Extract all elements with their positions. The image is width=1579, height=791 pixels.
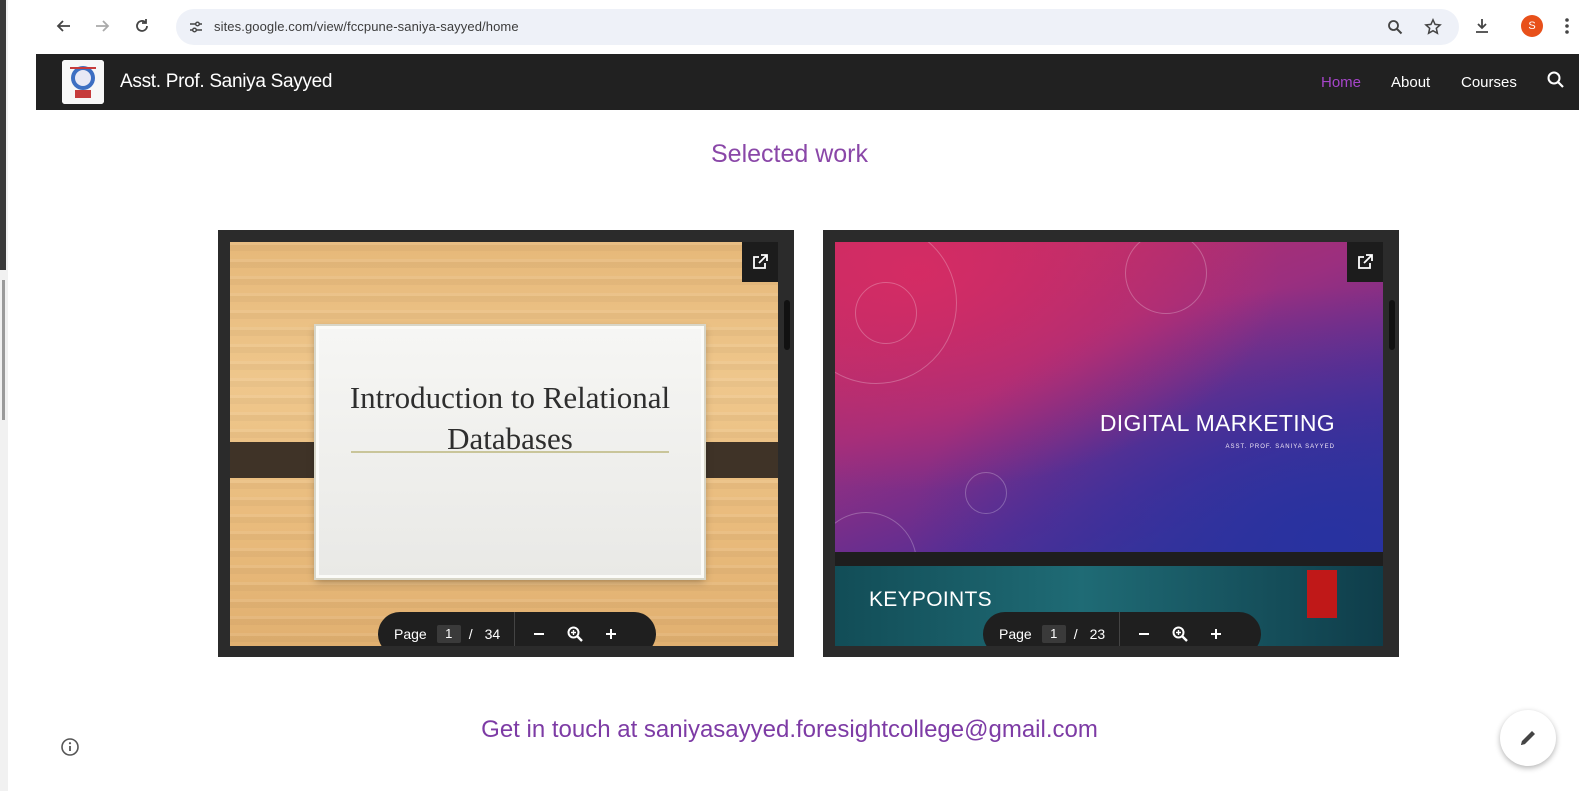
decor-ring	[965, 472, 1007, 514]
control-divider	[514, 612, 516, 646]
address-bar[interactable]: sites.google.com/view/fccpune-saniya-say…	[176, 9, 1459, 45]
slide-preview[interactable]: Introduction to Relational Databases Pag…	[230, 242, 778, 646]
section-title: Selected work	[710, 140, 869, 168]
open-in-new-icon[interactable]	[742, 242, 778, 282]
url-text[interactable]: sites.google.com/view/fccpune-saniya-say…	[214, 19, 519, 34]
title-underline	[351, 451, 669, 453]
zoom-out-icon[interactable]	[1126, 616, 1162, 646]
slide-band	[230, 442, 330, 478]
page-number-input[interactable]: 1	[436, 625, 461, 643]
page-label: Page	[999, 626, 1032, 642]
download-icon[interactable]	[1470, 14, 1494, 38]
site-info-icon[interactable]	[186, 17, 206, 37]
nav-home[interactable]: Home	[1321, 74, 1361, 91]
browser-toolbar: sites.google.com/view/fccpune-saniya-say…	[8, 0, 1579, 54]
reload-icon[interactable]	[128, 12, 156, 40]
decor-ring	[855, 282, 917, 344]
zoom-icon[interactable]	[1384, 17, 1406, 37]
page-number-input[interactable]: 1	[1041, 625, 1066, 643]
page-label: Page	[394, 626, 427, 642]
scrollbar-thumb[interactable]	[1389, 300, 1395, 350]
back-icon[interactable]	[50, 12, 78, 40]
college-logo[interactable]	[62, 60, 104, 104]
zoom-in-icon[interactable]	[1198, 616, 1234, 646]
menu-dots-icon[interactable]	[1555, 14, 1579, 38]
zoom-reset-icon[interactable]	[557, 616, 593, 646]
profile-avatar[interactable]: S	[1521, 15, 1543, 37]
slide-divider	[835, 552, 1383, 566]
forward-icon[interactable]	[88, 12, 116, 40]
red-decoration	[1307, 570, 1337, 618]
page-separator: /	[1073, 626, 1078, 642]
page-separator: /	[468, 626, 473, 642]
zoom-out-icon[interactable]	[521, 616, 557, 646]
page-controls: Page 1 / 34	[378, 612, 656, 646]
galaxy-background: DIGITAL MARKETING ASST. PROF. SANIYA SAY…	[835, 242, 1383, 614]
site-header: Asst. Prof. Saniya Sayyed Home About Cou…	[36, 54, 1579, 110]
search-icon[interactable]	[1546, 70, 1568, 92]
slide-title-card: Introduction to Relational Databases	[316, 326, 704, 578]
bookmark-star-icon[interactable]	[1422, 17, 1444, 37]
nav-about[interactable]: About	[1391, 74, 1430, 91]
control-divider	[1119, 612, 1121, 646]
zoom-in-icon[interactable]	[593, 616, 629, 646]
info-icon[interactable]	[60, 737, 80, 757]
pencil-icon	[1521, 731, 1535, 745]
embedded-slides-marketing[interactable]: DIGITAL MARKETING ASST. PROF. SANIYA SAY…	[823, 230, 1399, 657]
page-total: 23	[1089, 626, 1106, 642]
slide-subtitle: ASST. PROF. SANIYA SAYYED	[1225, 444, 1335, 450]
slide-title: Introduction to Relational Databases	[349, 380, 671, 456]
decor-ring	[1125, 242, 1207, 314]
embedded-slides-databases[interactable]: Introduction to Relational Databases Pag…	[218, 230, 794, 657]
window-edge	[0, 0, 8, 791]
site-title[interactable]: Asst. Prof. Saniya Sayyed	[120, 71, 332, 93]
page-total: 34	[484, 626, 501, 642]
next-slide-title: KEYPOINTS	[869, 588, 992, 611]
contact-text[interactable]: Get in touch at saniyasayyed.foresightco…	[0, 716, 1579, 744]
scrollbar-thumb[interactable]	[784, 300, 790, 350]
slide-title: DIGITAL MARKETING	[1099, 410, 1335, 436]
zoom-reset-icon[interactable]	[1162, 616, 1198, 646]
edit-button[interactable]	[1500, 710, 1556, 766]
open-in-new-icon[interactable]	[1347, 242, 1383, 282]
slide-preview[interactable]: DIGITAL MARKETING ASST. PROF. SANIYA SAY…	[835, 242, 1383, 646]
nav-courses[interactable]: Courses	[1461, 74, 1517, 91]
page-controls: Page 1 / 23	[983, 612, 1261, 646]
